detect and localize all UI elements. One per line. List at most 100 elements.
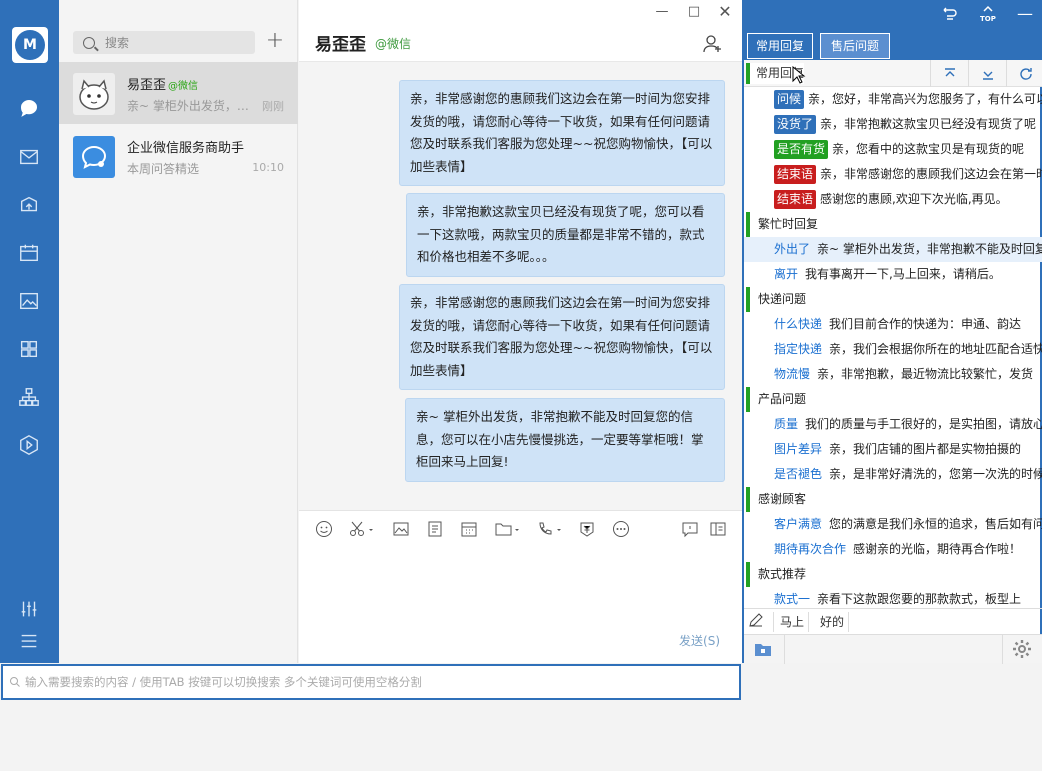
- minimize-icon[interactable]: —: [654, 4, 670, 20]
- reply-text: 我们的质量与手工很好的，是实拍图，请放心: [805, 417, 1042, 431]
- reply-item[interactable]: 问候亲，您好，非常高兴为您服务了，有什么可以帮您的: [744, 87, 1042, 112]
- message-bubble[interactable]: 亲，非常感谢您的惠顾我们这边会在第一时间为您安排发货的哦，请您耐心等待一下收货，…: [399, 284, 725, 390]
- payment-icon[interactable]: [578, 520, 596, 538]
- mail-icon[interactable]: [17, 145, 41, 169]
- reply-tag: 图片差异: [774, 442, 823, 456]
- reply-text: 亲，是非常好清洗的，您第一次洗的时候: [829, 467, 1042, 481]
- conversation-item[interactable]: 企业微信服务商助手 本周问答精选 10:10: [59, 125, 298, 187]
- group-header[interactable]: 繁忙时回复: [746, 212, 1042, 237]
- reply-list: 问候亲，您好，非常高兴为您服务了，有什么可以帮您的 没货了亲，非常抱歉这款宝贝已…: [744, 87, 1042, 607]
- chat-history-icon[interactable]: [681, 520, 699, 538]
- undo-icon[interactable]: [942, 6, 958, 25]
- folder-icon[interactable]: [494, 520, 522, 538]
- group-header[interactable]: 感谢顾客: [746, 487, 1042, 512]
- image-upload-icon[interactable]: [392, 520, 410, 538]
- reply-text: 亲，我们会根据你所在的地址匹配合适快递: [829, 342, 1042, 356]
- reply-item[interactable]: 什么快递 我们目前合作的快递为：申通、韵达: [744, 312, 1042, 337]
- collapse-up-icon[interactable]: [930, 60, 968, 87]
- sidebar-toggle-icon[interactable]: [709, 520, 727, 538]
- reply-item[interactable]: 没货了 亲，非常抱歉这款宝贝已经没有现货了呢: [744, 112, 1042, 137]
- quick-phrase[interactable]: 好的: [816, 612, 850, 632]
- reply-text: 亲，您好，非常高兴为您服务了，有什么可以帮您的: [808, 92, 1042, 106]
- add-icon[interactable]: +: [265, 30, 285, 53]
- message-bubble[interactable]: 亲~ 掌柜外出发货，非常抱歉不能及时回复您的信息，您可以在小店先慢慢挑选，一定要…: [405, 398, 725, 482]
- chat-title: 易歪歪: [315, 35, 366, 55]
- tab-common-replies[interactable]: 常用回复: [747, 33, 813, 59]
- search-placeholder: 搜索: [105, 36, 130, 50]
- calendar-icon[interactable]: [17, 241, 41, 265]
- apps-icon[interactable]: [17, 337, 41, 361]
- reply-item[interactable]: 结束语 亲，非常感谢您的惠顾我们这边会在第一时间: [744, 162, 1042, 187]
- document-icon[interactable]: [426, 520, 444, 538]
- image-icon[interactable]: [17, 289, 41, 313]
- reply-tag: 结束语: [774, 190, 817, 209]
- quick-phrases-bar: 马上 好的: [744, 608, 1042, 634]
- gear-icon[interactable]: [1012, 639, 1032, 662]
- reply-text: 亲，非常抱歉，最近物流比较繁忙，发货: [817, 367, 1034, 381]
- reply-text: 亲~ 掌柜外出发货，非常抱歉不能及时回复: [817, 242, 1042, 256]
- quick-phrase[interactable]: 马上: [776, 612, 810, 632]
- reply-item[interactable]: 是否有货 亲，您看中的这款宝贝是有现货的呢: [744, 137, 1042, 162]
- conversation-time: 10:10: [252, 161, 284, 174]
- app-logo[interactable]: M: [12, 27, 48, 63]
- wechat-tag: @微信: [168, 81, 199, 92]
- divider: [1002, 635, 1003, 664]
- back-to-top-icon[interactable]: TOP: [978, 4, 998, 27]
- minimize-icon[interactable]: —: [1017, 4, 1033, 23]
- reply-item[interactable]: 指定快递 亲，我们会根据你所在的地址匹配合适快递: [744, 337, 1042, 362]
- calendar-icon[interactable]: [460, 520, 478, 538]
- tab-after-sales[interactable]: 售后问题: [820, 33, 890, 59]
- org-icon[interactable]: [17, 385, 41, 409]
- menu-icon[interactable]: [17, 629, 41, 653]
- reply-tag: 外出了: [774, 242, 811, 256]
- reply-item[interactable]: 款式一 亲看下这款跟您要的那款款式，板型上: [744, 587, 1042, 607]
- send-button[interactable]: 发送(S): [679, 632, 720, 649]
- message-bubble[interactable]: 亲，非常抱歉这款宝贝已经没有现货了呢，您可以看一下这款哦，两款宝贝的质量都是非常…: [406, 193, 725, 277]
- box-icon[interactable]: [17, 193, 41, 217]
- left-rail: M: [0, 0, 59, 663]
- message-input[interactable]: 发送(S): [299, 546, 742, 663]
- reply-tag: 什么快递: [774, 317, 823, 331]
- reply-item[interactable]: 物流慢 亲，非常抱歉，最近物流比较繁忙，发货: [744, 362, 1042, 387]
- maximize-icon[interactable]: □: [686, 4, 702, 20]
- reply-item[interactable]: 离开 我有事离开一下,马上回来，请稍后。: [744, 262, 1042, 287]
- chat-icon[interactable]: [17, 96, 41, 120]
- conversation-item[interactable]: 易歪歪@微信 亲~ 掌柜外出发货，非常抱歉不能及时回复 刚刚: [59, 62, 298, 124]
- expand-down-icon[interactable]: [968, 60, 1006, 87]
- reply-text: 感谢亲的光临，期待再合作啦！: [853, 542, 1022, 556]
- add-member-icon[interactable]: [703, 34, 723, 57]
- reply-item[interactable]: 期待再次合作 感谢亲的光临，期待再合作啦！: [744, 537, 1042, 562]
- search-icon: [10, 677, 20, 687]
- conversation-search[interactable]: 搜索: [73, 31, 255, 54]
- phone-icon[interactable]: [536, 520, 564, 538]
- reply-text: 感谢您的惠顾,欢迎下次光临,再见。: [820, 192, 1008, 206]
- divider: [784, 635, 785, 664]
- reply-tag: 问候: [774, 90, 805, 109]
- edit-icon[interactable]: [744, 612, 774, 632]
- more-icon[interactable]: [612, 520, 630, 538]
- emoji-icon[interactable]: [315, 520, 333, 538]
- reply-item[interactable]: 结束语 感谢您的惠顾,欢迎下次光临,再见。: [744, 187, 1042, 212]
- reply-text: 亲，我们店铺的图片都是实物拍摄的: [829, 442, 1022, 456]
- group-header[interactable]: 产品问题: [746, 387, 1042, 412]
- reply-item[interactable]: 外出了 亲~ 掌柜外出发货，非常抱歉不能及时回复: [744, 237, 1042, 262]
- play-icon[interactable]: [17, 433, 41, 457]
- folder-icon[interactable]: [754, 641, 772, 660]
- settings-sliders-icon[interactable]: [17, 597, 41, 621]
- reply-item[interactable]: 图片差异 亲，我们店铺的图片都是实物拍摄的: [744, 437, 1042, 462]
- reply-text: 亲，非常抱歉这款宝贝已经没有现货了呢: [820, 117, 1037, 131]
- reply-item[interactable]: 质量 我们的质量与手工很好的，是实拍图，请放心: [744, 412, 1042, 437]
- reply-item[interactable]: 客户满意 您的满意是我们永恒的追求，售后如有问题: [744, 512, 1042, 537]
- reply-tag: 没货了: [774, 115, 817, 134]
- bottom-search-bar[interactable]: 输入需要搜索的内容 / 使用TAB 按键可以切换搜索 多个关键词可使用空格分割: [1, 664, 741, 700]
- group-header[interactable]: 快递问题: [746, 287, 1042, 312]
- message-bubble[interactable]: 亲，非常感谢您的惠顾我们这边会在第一时间为您安排发货的哦，请您耐心等待一下收货，…: [399, 80, 725, 186]
- logo-mark: M: [15, 30, 45, 60]
- reply-text: 亲，非常感谢您的惠顾我们这边会在第一时间: [820, 167, 1042, 181]
- reply-item[interactable]: 是否褪色 亲，是非常好清洗的，您第一次洗的时候: [744, 462, 1042, 487]
- close-icon[interactable]: ✕: [717, 4, 733, 20]
- group-header[interactable]: 款式推荐: [746, 562, 1042, 587]
- reply-tag: 离开: [774, 267, 799, 281]
- screenshot-icon[interactable]: [349, 520, 375, 538]
- refresh-icon[interactable]: [1006, 60, 1042, 87]
